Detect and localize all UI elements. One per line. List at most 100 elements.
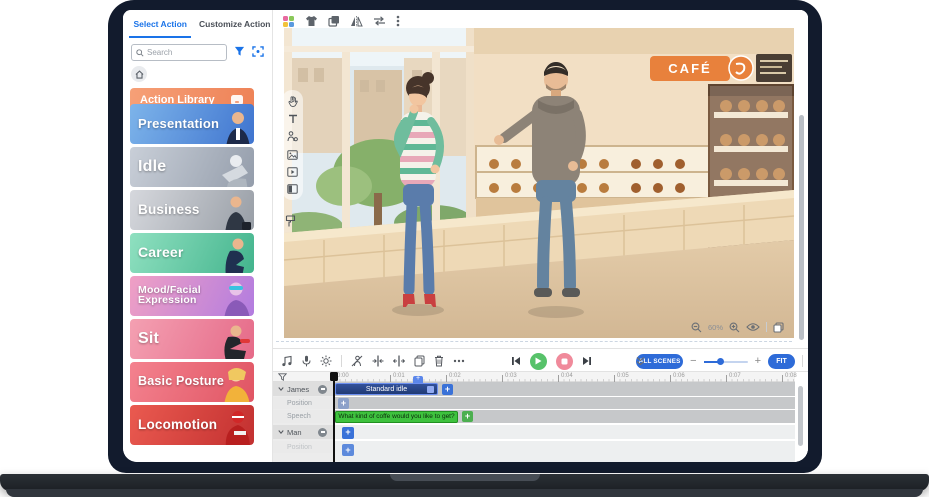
video-tool-icon[interactable] <box>287 167 298 177</box>
zoom-in-icon[interactable] <box>729 322 740 333</box>
skip-start-button[interactable] <box>511 356 521 366</box>
track-header-position[interactable]: Position <box>273 397 334 409</box>
category-tile-sit[interactable]: Sit <box>130 319 254 359</box>
slider-knob[interactable] <box>717 358 724 365</box>
track-name: James <box>287 385 309 394</box>
category-tile-business[interactable]: Business <box>130 190 254 230</box>
swap-icon[interactable] <box>373 16 386 26</box>
clip-loop-handle[interactable] <box>427 386 434 393</box>
home-button[interactable] <box>131 66 147 82</box>
category-label: Basic Posture <box>138 376 224 388</box>
duplicate-icon[interactable] <box>328 15 340 27</box>
add-man-action-button[interactable]: + <box>342 427 354 439</box>
lane-position[interactable] <box>334 397 795 409</box>
skip-end-button[interactable] <box>582 356 592 366</box>
track-header-man[interactable]: Man <box>273 425 334 439</box>
category-tile-career[interactable]: Career <box>130 233 254 273</box>
playback-controls <box>511 349 592 373</box>
businessman-thumbnail <box>218 194 252 230</box>
search-input[interactable] <box>147 48 217 57</box>
character-style-icon[interactable] <box>282 15 295 28</box>
scrollbar-thumb[interactable] <box>799 115 804 340</box>
audio-icon[interactable] <box>281 355 293 367</box>
page: Select Action Customize Action <box>0 0 929 497</box>
track-filter-icon[interactable] <box>278 373 287 381</box>
outfit-icon[interactable] <box>305 15 318 27</box>
track-name: Position <box>287 400 312 407</box>
ruler-label: 0:07 <box>729 373 741 379</box>
category-label: Presentation <box>138 118 219 130</box>
track-options-button[interactable] <box>318 385 327 394</box>
timeline-ruler[interactable]: 0:00 0:01 0:02 0:03 0:04 0:05 0:06 0:07 … <box>273 372 795 382</box>
tab-select-action[interactable]: Select Action <box>123 10 198 37</box>
clip-speech[interactable]: What kind of coffe would you like to get… <box>335 411 458 423</box>
ruler-label: 0:00 <box>337 373 349 379</box>
track-header-man-position[interactable]: Position <box>273 441 334 453</box>
search-box[interactable] <box>131 44 227 61</box>
playhead-handle[interactable] <box>330 372 338 381</box>
snapshot-icon[interactable] <box>773 322 784 333</box>
sidebar-tabs: Select Action Customize Action <box>123 10 272 37</box>
lane-man-position[interactable] <box>334 441 795 462</box>
zoom-out-icon[interactable] <box>691 322 702 333</box>
image-tool-icon[interactable] <box>287 150 298 160</box>
fit-selection-icon[interactable] <box>252 46 264 57</box>
text-tool-icon[interactable] <box>288 114 298 124</box>
add-position-button[interactable]: + <box>338 398 349 409</box>
playhead[interactable] <box>333 372 335 462</box>
preview-eye-icon[interactable] <box>746 322 760 332</box>
track-header-speech[interactable]: Speech <box>273 410 334 423</box>
insert-clip-tab[interactable]: + <box>413 376 423 383</box>
track-options-button[interactable] <box>318 428 327 437</box>
category-label: Locomotion <box>138 419 217 432</box>
category-tile-basic-posture[interactable]: Basic Posture <box>130 362 254 402</box>
play-button[interactable] <box>530 353 547 370</box>
delete-icon[interactable] <box>434 355 444 367</box>
add-speech-button[interactable]: + <box>462 411 473 422</box>
duplicate-clip-icon[interactable] <box>414 355 425 367</box>
zoom-timeline-out-button[interactable]: − <box>690 356 696 367</box>
record-button[interactable] <box>556 353 573 370</box>
timeline-zoom-slider[interactable] <box>704 356 748 366</box>
category-tile-idle[interactable]: Idle <box>130 147 254 187</box>
timeline-scrollbar-thumb[interactable] <box>798 386 803 446</box>
scene-canvas[interactable]: CAFÉ <box>284 28 794 338</box>
flag-marker-icon[interactable] <box>285 215 296 227</box>
collapse-timeline-icon[interactable] <box>636 356 645 366</box>
more-tools-icon[interactable] <box>453 359 465 363</box>
zoom-timeline-in-button[interactable]: + <box>755 356 761 367</box>
category-tile-mood-facial-expression[interactable]: Mood/Facial Expression <box>130 276 254 316</box>
fit-button[interactable]: FIT <box>768 354 795 369</box>
filter-icon[interactable] <box>234 46 245 57</box>
flip-horizontal-icon[interactable] <box>350 16 363 27</box>
track-name: Position <box>287 444 312 451</box>
clip-standard-idle[interactable]: Standard idle <box>335 383 438 395</box>
track-header-james[interactable]: James <box>273 382 334 396</box>
add-man-position-button[interactable]: + <box>342 444 354 456</box>
active-tab-underline <box>129 36 191 38</box>
more-options-icon[interactable] <box>396 15 400 27</box>
tab-customize-action[interactable]: Customize Action <box>198 10 273 37</box>
chevron-down-icon[interactable] <box>278 386 284 392</box>
category-label: Sit <box>138 331 159 346</box>
category-tile-locomotion[interactable]: Locomotion <box>130 405 254 445</box>
add-action-button[interactable]: + <box>442 384 453 395</box>
app-window: Select Action Customize Action <box>123 10 808 462</box>
viewport-scrollbar[interactable] <box>794 10 808 346</box>
hide-actor-icon[interactable] <box>351 355 363 367</box>
split-left-icon[interactable] <box>372 355 384 367</box>
category-tile-presentation[interactable]: Presentation <box>130 104 254 144</box>
brightness-icon[interactable] <box>320 355 332 367</box>
chevron-down-icon[interactable] <box>278 429 284 435</box>
lane-man[interactable] <box>334 425 795 439</box>
split-right-icon[interactable] <box>393 355 405 367</box>
timeline-view-controls: ALL SCENES − + FIT <box>636 349 803 373</box>
mic-icon[interactable] <box>302 355 311 367</box>
clip-label: Standard idle <box>366 386 407 393</box>
character-tool-icon[interactable] <box>287 131 298 142</box>
presenter-thumbnail <box>218 108 252 144</box>
scene-layout-icon[interactable] <box>287 184 298 194</box>
zoom-level: 60% <box>708 323 723 332</box>
separator <box>802 355 803 367</box>
hand-tool-icon[interactable] <box>288 96 298 107</box>
